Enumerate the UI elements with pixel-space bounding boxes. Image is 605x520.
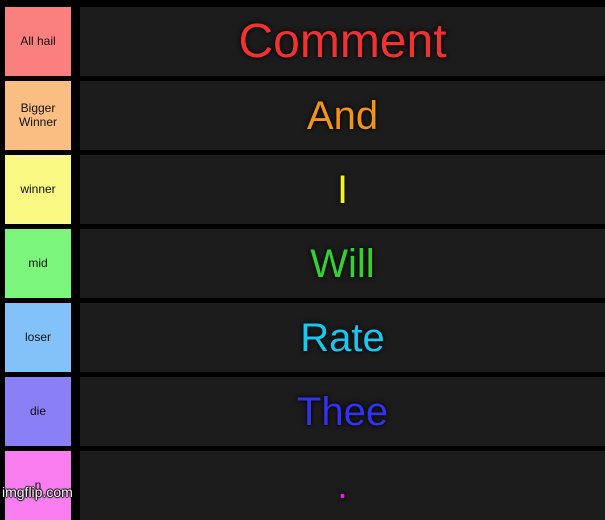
- tier-row: All hail Comment: [0, 7, 605, 76]
- tier-label-tile[interactable]: die: [5, 377, 71, 446]
- tier-content-text: Thee: [296, 389, 389, 434]
- tier-row: loser Rate: [0, 303, 605, 372]
- tier-row: n .: [0, 451, 605, 520]
- tier-label-tile[interactable]: mid: [5, 229, 71, 298]
- tier-content-text: Rate: [300, 315, 385, 360]
- tier-content-area[interactable]: And: [80, 81, 605, 150]
- tier-row: mid Will: [0, 229, 605, 298]
- tier-label-tile[interactable]: n: [5, 451, 71, 520]
- tier-content-area[interactable]: .: [80, 451, 605, 520]
- tier-content-area[interactable]: Will: [80, 229, 605, 298]
- tier-label-tile[interactable]: Bigger Winner: [5, 81, 71, 150]
- tier-content-area[interactable]: Rate: [80, 303, 605, 372]
- tier-row: die Thee: [0, 377, 605, 446]
- tier-content-area[interactable]: I: [80, 155, 605, 224]
- tier-content-text: .: [337, 464, 348, 507]
- tier-label-tile[interactable]: winner: [5, 155, 71, 224]
- tier-label-tile[interactable]: loser: [5, 303, 71, 372]
- tier-row: winner I: [0, 155, 605, 224]
- tier-row: Bigger Winner And: [0, 81, 605, 150]
- tier-content-text: Will: [310, 241, 375, 286]
- tier-content-text: Comment: [238, 14, 447, 68]
- tier-list: All hail Comment Bigger Winner And winne…: [0, 0, 605, 520]
- tier-content-area[interactable]: Comment: [80, 7, 605, 76]
- tier-content-text: I: [336, 167, 349, 212]
- tier-content-text: And: [306, 93, 379, 138]
- tier-label-tile[interactable]: All hail: [5, 7, 71, 76]
- tier-content-area[interactable]: Thee: [80, 377, 605, 446]
